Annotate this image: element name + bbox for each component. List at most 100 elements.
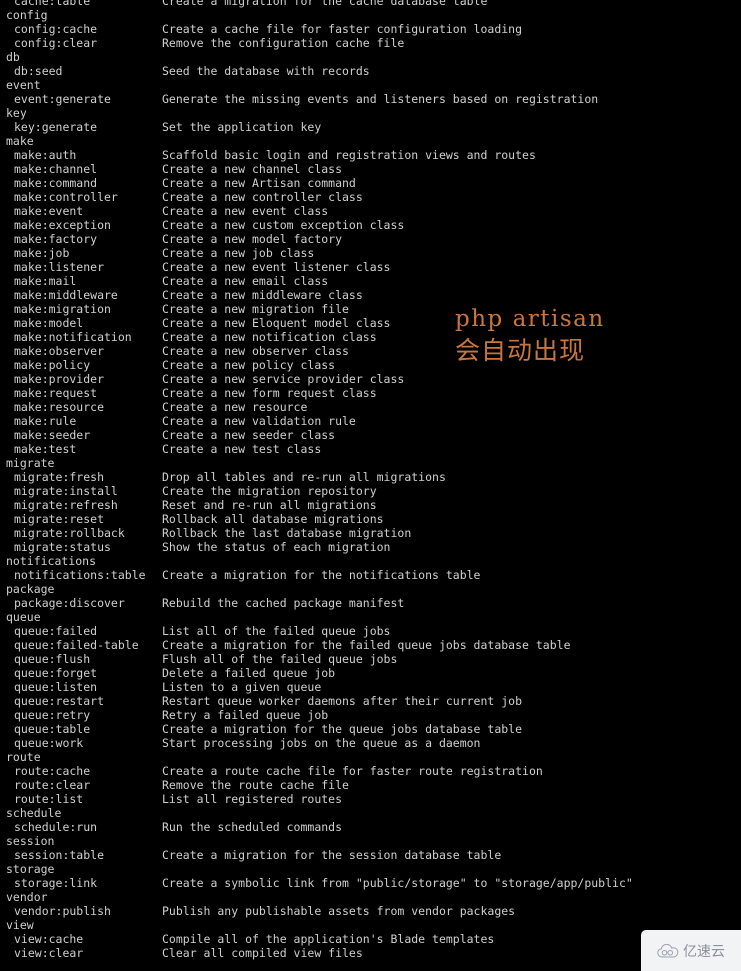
command-name: make:event	[14, 204, 84, 218]
command-row: make:observer Create a new observer class	[0, 344, 741, 358]
command-description: Rollback all database migrations	[162, 512, 384, 526]
command-name: make:factory	[14, 232, 98, 246]
command-name: make:command	[14, 176, 98, 190]
command-row: make:job Create a new job class	[0, 246, 741, 260]
command-name: make:notification	[14, 330, 132, 344]
command-name: queue:failed-table	[14, 638, 139, 652]
command-name: config:clear	[14, 36, 98, 50]
command-row: queue:listen Listen to a given queue	[0, 680, 741, 694]
command-group-row: vendor	[0, 890, 741, 904]
command-name: queue:work	[14, 736, 84, 750]
watermark-label: 亿速云	[683, 943, 725, 960]
command-group-row: migrate	[0, 456, 741, 470]
command-group-name: notifications	[6, 554, 97, 568]
command-row: db:seed Seed the database with records	[0, 64, 741, 78]
command-name: queue:table	[14, 722, 91, 736]
command-description: Create a new test class	[162, 442, 322, 456]
command-name: key:generate	[14, 120, 98, 134]
command-name: vendor:publish	[14, 904, 111, 918]
command-name: storage:link	[14, 876, 98, 890]
command-row: config:clear Remove the configuration cac…	[0, 36, 741, 50]
command-name: make:model	[14, 316, 84, 330]
command-row: queue:restart Restart queue worker daemon…	[0, 694, 741, 708]
command-description: Create a migration for the failed queue …	[162, 638, 571, 652]
command-row: make:request Create a new form request cl…	[0, 386, 741, 400]
command-row: migrate:install Create the migration repo…	[0, 484, 741, 498]
command-row: make:resource Create a new resource	[0, 400, 741, 414]
command-name: make:migration	[14, 302, 111, 316]
command-row: queue:retry Retry a failed queue job	[0, 708, 741, 722]
command-name: queue:retry	[14, 708, 91, 722]
command-row: make:middleware Create a new middleware c…	[0, 288, 741, 302]
command-group-row: queue	[0, 610, 741, 624]
command-name: make:auth	[14, 148, 77, 162]
command-row: migrate:refresh Reset and re-run all migr…	[0, 498, 741, 512]
command-row: make:channel Create a new channel class	[0, 162, 741, 176]
command-description: Create a new Eloquent model class	[162, 316, 391, 330]
command-description: List all of the failed queue jobs	[162, 624, 391, 638]
command-name: make:resource	[14, 400, 105, 414]
command-name: make:request	[14, 386, 98, 400]
command-group-name: db	[6, 50, 20, 64]
console-output: cache:table Create a migration for the ca…	[0, 0, 741, 960]
command-description: Generate the missing events and listener…	[162, 92, 599, 106]
command-name: migrate:refresh	[14, 498, 118, 512]
command-description: Create a new notification class	[162, 330, 377, 344]
command-description: Remove the route cache file	[162, 778, 349, 792]
command-name: package:discover	[14, 596, 125, 610]
command-group-name: package	[6, 582, 55, 596]
command-row: make:auth Scaffold basic login and regist…	[0, 148, 741, 162]
command-group-row: key	[0, 106, 741, 120]
command-row: make:exception Create a new custom except…	[0, 218, 741, 232]
command-row: make:mail Create a new email class	[0, 274, 741, 288]
command-name: make:policy	[14, 358, 91, 372]
command-description: Create a migration for the notifications…	[162, 568, 481, 582]
command-description: Compile all of the application's Blade t…	[162, 932, 495, 946]
command-name: make:controller	[14, 190, 118, 204]
command-description: Restart queue worker daemons after their…	[162, 694, 523, 708]
command-description: Delete a failed queue job	[162, 666, 336, 680]
command-name: make:channel	[14, 162, 98, 176]
command-description: Remove the configuration cache file	[162, 36, 405, 50]
command-description: Create a new channel class	[162, 162, 343, 176]
command-name: make:mail	[14, 274, 77, 288]
command-description: Seed the database with records	[162, 64, 370, 78]
command-group-row: db	[0, 50, 741, 64]
command-name: notifications:table	[14, 568, 146, 582]
terminal-window[interactable]: cache:table Create a migration for the ca…	[0, 0, 741, 971]
command-description: Create a new custom exception class	[162, 218, 405, 232]
command-group-row: notifications	[0, 554, 741, 568]
command-group-name: event	[6, 78, 41, 92]
command-row: event:generate Generate the missing event…	[0, 92, 741, 106]
command-row: make:factory Create a new model factory	[0, 232, 741, 246]
command-description: Create a new controller class	[162, 190, 363, 204]
command-name: make:middleware	[14, 288, 118, 302]
command-group-name: storage	[6, 862, 55, 876]
command-name: queue:listen	[14, 680, 98, 694]
command-row: notifications:table Create a migration fo…	[0, 568, 741, 582]
command-name: queue:failed	[14, 624, 98, 638]
command-row: cache:table Create a migration for the ca…	[0, 0, 741, 8]
command-name: migrate:rollback	[14, 526, 125, 540]
command-description: Create a migration for the queue jobs da…	[162, 722, 523, 736]
command-description: Create a new policy class	[162, 358, 336, 372]
command-group-name: migrate	[6, 456, 55, 470]
command-description: Start processing jobs on the queue as a …	[162, 736, 481, 750]
command-name: migrate:reset	[14, 512, 105, 526]
command-row: make:listener Create a new event listener…	[0, 260, 741, 274]
command-group-name: route	[6, 750, 41, 764]
command-description: Reset and re-run all migrations	[162, 498, 377, 512]
command-group-name: session	[6, 834, 55, 848]
command-description: Create the migration repository	[162, 484, 377, 498]
command-row: key:generate Set the application key	[0, 120, 741, 134]
command-description: Create a new model factory	[162, 232, 343, 246]
command-group-name: vendor	[6, 890, 48, 904]
command-name: view:clear	[14, 946, 84, 960]
command-row: route:list List all registered routes	[0, 792, 741, 806]
command-group-row: schedule	[0, 806, 741, 820]
command-description: Retry a failed queue job	[162, 708, 329, 722]
command-name: session:table	[14, 848, 105, 862]
command-name: make:test	[14, 442, 77, 456]
command-group-name: config	[6, 8, 48, 22]
command-description: Create a new event listener class	[162, 260, 391, 274]
